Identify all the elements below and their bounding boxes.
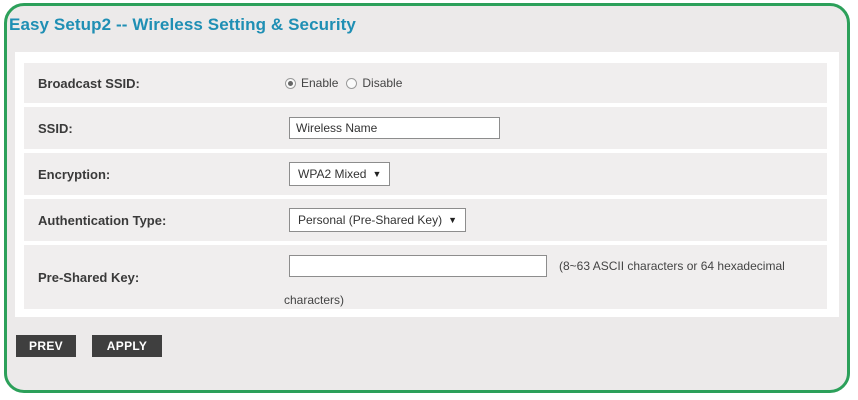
enable-radio[interactable]	[285, 77, 296, 89]
authentication-type-label: Authentication Type:	[38, 213, 167, 228]
broadcast-ssid-radio-group: Enable Disable	[285, 76, 410, 90]
authentication-type-select[interactable]: Personal (Pre-Shared Key) ▼	[289, 208, 466, 232]
disable-radio-label[interactable]: Disable	[362, 76, 402, 90]
authentication-type-selected-value: Personal (Pre-Shared Key)	[298, 213, 443, 227]
pre-shared-key-label: Pre-Shared Key:	[38, 270, 140, 285]
encryption-label: Encryption:	[38, 167, 111, 182]
authentication-type-row: Authentication Type: Personal (Pre-Share…	[24, 199, 827, 241]
encryption-select[interactable]: WPA2 Mixed ▼	[289, 162, 391, 186]
authentication-type-control: Personal (Pre-Shared Key) ▼	[289, 208, 466, 232]
setup-panel-frame: Easy Setup2 -- Wireless Setting & Securi…	[4, 3, 850, 393]
encryption-row: Encryption: WPA2 Mixed ▼	[24, 153, 827, 195]
prev-button[interactable]: PREV	[16, 335, 76, 357]
ssid-row: SSID:	[24, 107, 827, 149]
page-title: Easy Setup2 -- Wireless Setting & Securi…	[9, 15, 356, 34]
chevron-down-icon: ▼	[372, 169, 382, 179]
ssid-input[interactable]	[289, 117, 500, 139]
ssid-label: SSID:	[38, 121, 73, 136]
chevron-down-icon: ▼	[448, 215, 457, 225]
encryption-selected-value: WPA2 Mixed	[298, 167, 367, 181]
pre-shared-key-row: Pre-Shared Key: (8~63 ASCII characters o…	[24, 245, 827, 309]
settings-form: Broadcast SSID: Enable Disable SSID: Enc…	[15, 52, 839, 317]
pre-shared-key-control: (8~63 ASCII characters or 64 hexadecimal	[289, 255, 785, 277]
pre-shared-key-hint-continuation: characters)	[284, 293, 345, 307]
pre-shared-key-hint: (8~63 ASCII characters or 64 hexadecimal	[559, 259, 785, 273]
enable-radio-label[interactable]: Enable	[301, 76, 338, 90]
broadcast-ssid-label: Broadcast SSID:	[38, 76, 140, 91]
apply-button[interactable]: APPLY	[92, 335, 162, 357]
encryption-control: WPA2 Mixed ▼	[289, 162, 391, 186]
disable-radio[interactable]	[346, 77, 358, 89]
pre-shared-key-input[interactable]	[289, 255, 547, 277]
ssid-control	[289, 117, 500, 139]
broadcast-ssid-row: Broadcast SSID: Enable Disable	[24, 63, 827, 103]
